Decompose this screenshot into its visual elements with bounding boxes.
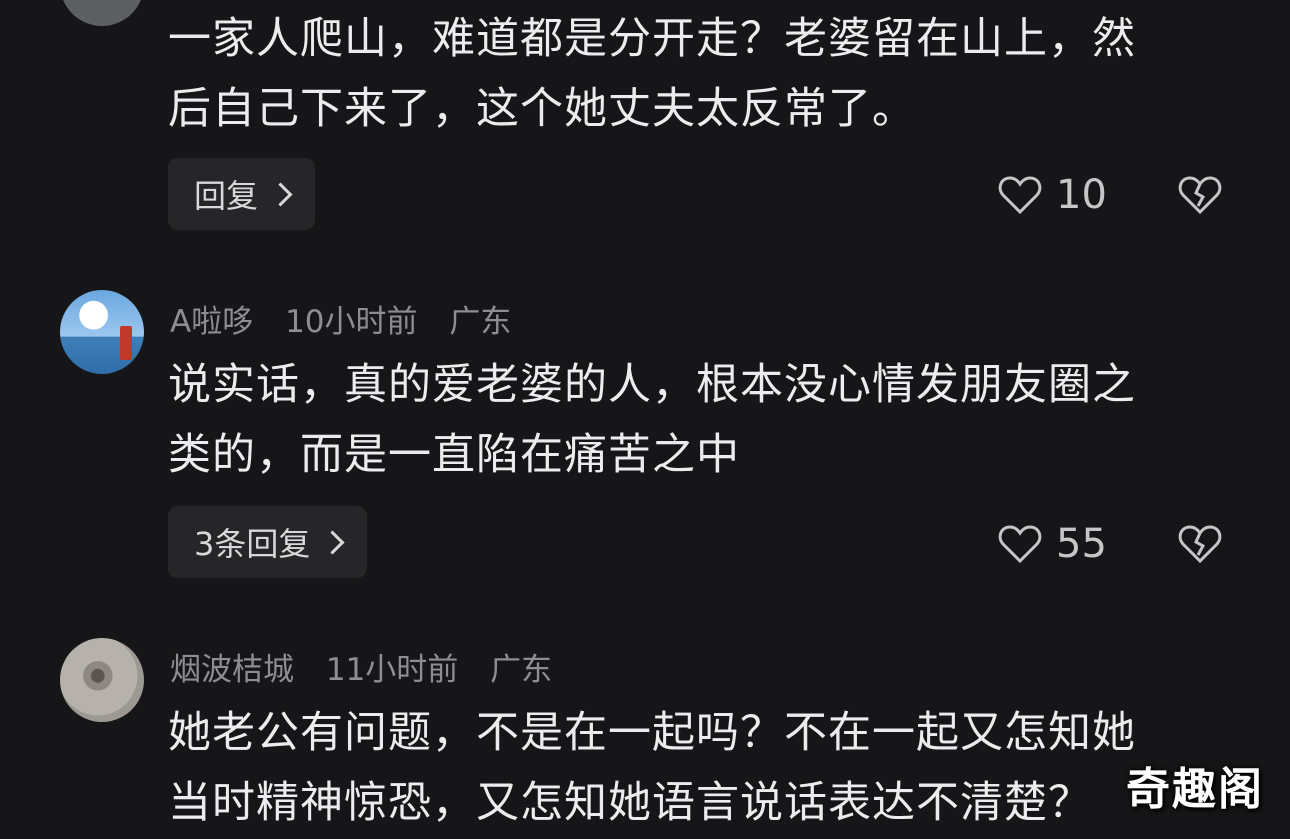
lighthouse-image (120, 326, 132, 360)
timestamp: 11小时前 (325, 652, 459, 688)
heart-outline-icon (998, 176, 1042, 215)
username[interactable]: 烟波桔城 (170, 652, 294, 688)
like-count: 10 (1056, 172, 1107, 218)
like-count: 55 (1056, 521, 1107, 567)
timestamp: 10小时前 (285, 304, 418, 340)
comment-text: 说实话，真的爱老婆的人，根本没心情发朋友圈之 类的，而是一直陷在痛苦之中 (168, 350, 1238, 490)
comment-text-line: 说实话，真的爱老婆的人，根本没心情发朋友圈之 (168, 360, 1136, 410)
comment-text-line: 当时精神惊恐，又怎知她语言说话表达不清楚？ (168, 778, 1092, 828)
comment-meta: 烟波桔城 11小时前 广东 (170, 644, 574, 689)
comment-text: 一家人爬山，难道都是分开走？老婆留在山上，然 后自己下来了，这个她丈夫太反常了。 (168, 4, 1238, 144)
heart-outline-icon (998, 525, 1042, 564)
username[interactable]: A啦哆 (170, 304, 253, 340)
like-button[interactable]: 10 (998, 172, 1107, 218)
reply-button[interactable]: 回复 (168, 158, 316, 230)
comment-text-line: 后自己下来了，这个她丈夫太反常了。 (168, 84, 916, 134)
chevron-right-icon (268, 181, 293, 207)
comment-meta: A啦哆 10小时前 广东 (170, 296, 533, 341)
like-button[interactable]: 55 (998, 521, 1107, 567)
avatar[interactable] (60, 638, 144, 722)
broken-heart-icon[interactable] (1178, 175, 1222, 215)
replies-button[interactable]: 3条回复 (168, 506, 368, 578)
avatar[interactable] (60, 0, 144, 26)
comment-text-line: 类的，而是一直陷在痛苦之中 (168, 430, 740, 480)
comment-text: 她老公有问题，不是在一起吗？不在一起又怎知她 当时精神惊恐，又怎知她语言说话表达… (168, 698, 1238, 838)
comment-text-line: 她老公有问题，不是在一起吗？不在一起又怎知她 (168, 708, 1136, 758)
chevron-right-icon (320, 529, 345, 555)
comment-text-line: 一家人爬山，难道都是分开走？老婆留在山上，然 (168, 14, 1136, 64)
broken-heart-icon[interactable] (1178, 524, 1222, 564)
reply-label: 回复 (194, 177, 259, 215)
avatar[interactable] (60, 290, 144, 374)
reply-label: 3条回复 (194, 525, 311, 563)
location: 广东 (490, 652, 553, 688)
watermark: 奇趣阁 (1126, 764, 1264, 815)
location: 广东 (449, 304, 512, 340)
